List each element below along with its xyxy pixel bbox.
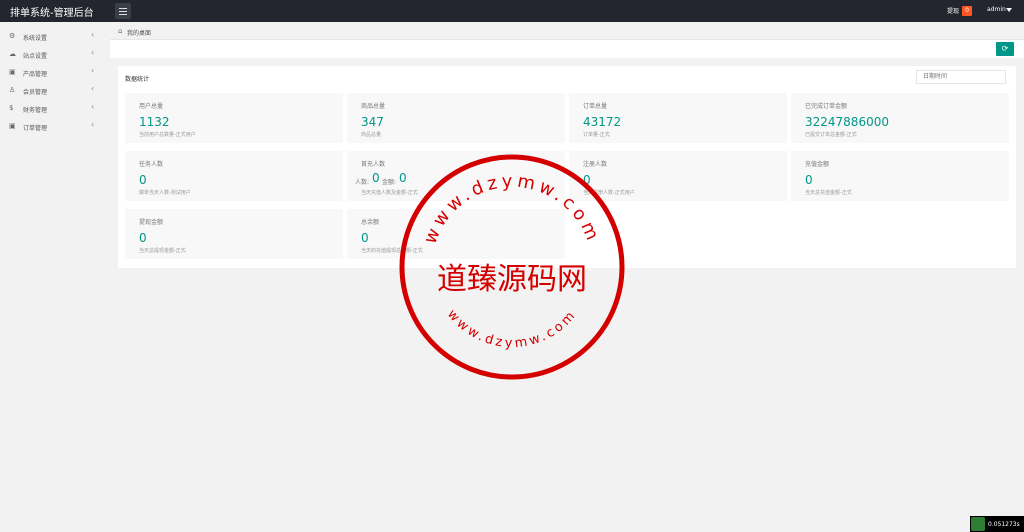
withdraw-badge: 0	[962, 6, 972, 16]
stamp-center-text: 道臻源码网	[437, 262, 587, 297]
sidebar-item-member-management[interactable]: ♙ 会员管理 ‹	[0, 81, 110, 99]
withdraw-link[interactable]: 提现	[947, 6, 959, 15]
sidebar-item-order-management[interactable]: ▣ 订单管理 ‹	[0, 117, 110, 135]
box-icon: ▣	[9, 68, 16, 76]
svg-text:www.dzymw.com: www.dzymw.com	[420, 171, 605, 247]
sidebar-item-system-settings[interactable]: ⚙ 系统设置 ‹	[0, 27, 110, 45]
panel-title: 数据统计	[125, 76, 150, 83]
chevron-left-icon: ‹	[91, 30, 95, 39]
stat-card-recharge-amount: 充值金额 0 当天总充值金额-正式	[791, 151, 1009, 201]
stat-card-task-count: 任务人数 0 做单当天人数-测试用户	[125, 151, 343, 201]
gear-icon: ⚙	[9, 32, 16, 40]
sidebar-item-product-management[interactable]: ▣ 产品管理 ‹	[0, 63, 110, 81]
chevron-left-icon: ‹	[91, 84, 95, 93]
stat-card-orders: 订单总量 43172 订单量-正式	[569, 93, 787, 143]
stat-card-users: 用户总量 1132 当前用户总数量-正式用户	[125, 93, 343, 143]
chevron-left-icon: ‹	[91, 66, 95, 75]
stat-card-products: 商品总量 347 商品总量	[347, 93, 565, 143]
top-navbar: 排单系统-管理后台 提现 0 admin	[0, 0, 1024, 22]
logo-icon	[971, 517, 985, 531]
chevron-left-icon: ‹	[91, 102, 95, 111]
home-icon[interactable]: ⌂	[118, 27, 122, 35]
stat-card-withdraw-amount: 提现金额 0 当天总提现金额-正式	[125, 209, 343, 259]
chevron-down-icon[interactable]	[1006, 8, 1012, 12]
app-title: 排单系统-管理后台	[10, 8, 94, 19]
watermark-stamp: www.dzymw.com www.dzymw.com 道臻源码网	[399, 154, 625, 380]
breadcrumb: ⌂ 我的桌面	[110, 22, 1024, 40]
date-picker-input[interactable]	[916, 70, 1006, 84]
timing-badge: 0.051273s	[970, 516, 1024, 532]
dollar-icon: $	[9, 104, 14, 112]
chevron-left-icon: ‹	[91, 120, 95, 129]
sidebar-item-finance-management[interactable]: $ 财务管理 ‹	[0, 99, 110, 117]
chevron-left-icon: ‹	[91, 48, 95, 57]
breadcrumb-current[interactable]: 我的桌面	[127, 28, 151, 37]
stamp-bottom-text: www.dzymw.com	[444, 307, 577, 351]
user-menu[interactable]: admin	[987, 6, 1006, 13]
cloud-icon: ☁	[9, 50, 16, 58]
toolbar: ⟳	[110, 40, 1024, 58]
menu-toggle-button[interactable]	[115, 3, 131, 19]
stat-card-completed-amount: 已完成订单金额 32247886000 已提交订单总金额-正式	[791, 93, 1009, 143]
stamp-top-text: www.dzymw.com	[420, 171, 601, 247]
user-icon: ♙	[9, 86, 16, 94]
box-icon: ▣	[9, 122, 16, 130]
sidebar-item-site-settings[interactable]: ☁ 站点设置 ‹	[0, 45, 110, 63]
svg-text:www.dzymw.com: www.dzymw.com	[444, 307, 580, 351]
refresh-button[interactable]: ⟳	[996, 42, 1014, 56]
sidebar: ⚙ 系统设置 ‹ ☁ 站点设置 ‹ ▣ 产品管理 ‹ ♙ 会员管理 ‹ $ 财务管理 ‹ ▣ 订单管理…	[0, 22, 110, 532]
